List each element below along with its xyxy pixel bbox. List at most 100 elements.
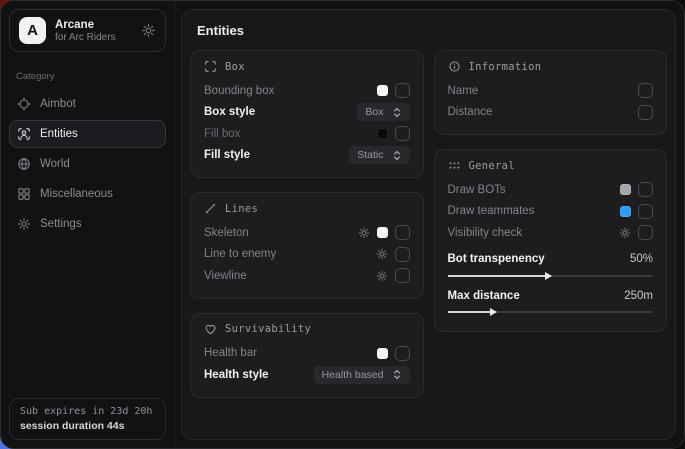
sidebar-spacer [1,239,174,390]
panel-title: Information [469,61,542,73]
setting-label: Skeleton [204,227,249,239]
checkbox[interactable] [395,225,410,240]
gear-icon [17,217,31,231]
setting-label: Bounding box [204,85,274,97]
setting-label: Draw teammates [448,205,535,217]
setting-row-distance: Distance [448,102,654,124]
general-panel-header: General [448,159,654,172]
color-swatch[interactable] [377,348,388,359]
checkbox[interactable] [395,126,410,141]
color-swatch[interactable] [377,128,388,139]
setting-row-name: Name [448,80,654,102]
setting-label: Line to enemy [204,248,276,260]
sidebar: A Arcane for Arc Riders Category [1,1,175,448]
lines-panel: Lines Skeleton [190,192,424,299]
setting-label: Health bar [204,347,257,359]
brand-avatar: A [19,17,46,44]
checkbox[interactable] [638,83,653,98]
slider-value: 250m [624,290,653,302]
sidebar-item-label: Miscellaneous [40,188,113,200]
row-settings-gear-icon[interactable] [619,227,631,239]
sidebar-item-label: Aimbot [40,98,76,110]
chevrons-up-down-icon [392,150,402,161]
fill-style-dropdown[interactable]: Static [349,146,409,164]
panel-title: Box [225,61,245,73]
subscription-card: Sub expires in 23d 20h session duration … [9,398,166,440]
brand-card: A Arcane for Arc Riders [9,9,166,52]
setting-row-fill-style: Fill style Static [204,145,410,167]
setting-row-health-bar: Health bar [204,343,410,365]
subscription-expiry: Sub expires in 23d 20h [20,406,155,417]
grid-icon [17,187,31,201]
setting-row-viewline: Viewline [204,265,410,287]
lines-panel-header: Lines [204,202,410,215]
setting-row-bounding-box: Bounding box [204,80,410,102]
panel-title: Lines [225,203,258,215]
info-icon [448,60,461,73]
box-style-dropdown[interactable]: Box [357,103,409,121]
color-swatch[interactable] [620,206,631,217]
setting-label: Fill box [204,128,240,140]
dropdown-value: Box [365,106,383,118]
slider-thumb[interactable] [545,272,552,280]
desktop-background: A Arcane for Arc Riders Category [0,0,685,449]
sidebar-item-settings[interactable]: Settings [9,210,166,238]
arcane-window: A Arcane for Arc Riders Category [0,0,685,449]
brand-gear-icon[interactable] [141,23,156,38]
checkbox[interactable] [638,182,653,197]
slider-fill [448,311,491,313]
checkbox[interactable] [395,247,410,262]
right-column: Information Name Distance [434,50,668,332]
category-label: Category [1,60,174,89]
sidebar-item-entities[interactable]: Entities [9,120,166,148]
setting-label: Health style [204,369,269,381]
setting-row-line-to-enemy: Line to enemy [204,244,410,266]
information-panel-header: Information [448,60,654,73]
slider-thumb[interactable] [490,308,497,316]
crosshair-icon [17,97,31,111]
sidebar-item-label: World [40,158,70,170]
row-settings-gear-icon[interactable] [376,270,388,282]
checkbox[interactable] [638,225,653,240]
setting-row-health-style: Health style Health based [204,364,410,386]
setting-label: Bot transpenency [448,253,545,265]
setting-row-draw-teammates: Draw teammates [448,201,654,223]
setting-label: Distance [448,106,493,118]
brand-title: Arcane [55,19,116,31]
panel-title: General [469,160,515,172]
chevrons-up-down-icon [392,369,402,380]
checkbox[interactable] [395,268,410,283]
setting-row-box-style: Box style Box [204,102,410,124]
sidebar-item-miscellaneous[interactable]: Miscellaneous [9,180,166,208]
setting-row-skeleton: Skeleton [204,222,410,244]
row-settings-gear-icon[interactable] [376,248,388,260]
color-swatch[interactable] [620,184,631,195]
max-distance-slider[interactable] [448,308,654,317]
color-swatch[interactable] [377,227,388,238]
session-duration: session duration 44s [20,420,155,432]
checkbox[interactable] [395,83,410,98]
setting-label: Max distance [448,290,520,302]
dropdown-value: Static [357,149,383,161]
sidebar-item-aimbot[interactable]: Aimbot [9,90,166,118]
setting-row-bot-transparency: Bot transpenency 50% [448,249,654,271]
globe-icon [17,157,31,171]
chevrons-up-down-icon [392,107,402,118]
sidebar-nav: Aimbot Entities [1,89,174,239]
setting-label: Visibility check [448,227,523,239]
row-settings-gear-icon[interactable] [358,227,370,239]
sidebar-item-world[interactable]: World [9,150,166,178]
checkbox[interactable] [638,204,653,219]
heart-icon [204,323,217,336]
bot-transparency-slider[interactable] [448,271,654,280]
box-corners-icon [204,60,217,73]
health-style-dropdown[interactable]: Health based [314,366,410,384]
color-swatch[interactable] [377,85,388,96]
checkbox[interactable] [395,346,410,361]
dots-grid-icon [448,159,461,172]
brand-text: Arcane for Arc Riders [55,19,116,43]
checkbox[interactable] [638,105,653,120]
setting-row-visibility-check: Visibility check [448,222,654,244]
diagonal-line-icon [204,202,217,215]
setting-label: Box style [204,106,255,118]
